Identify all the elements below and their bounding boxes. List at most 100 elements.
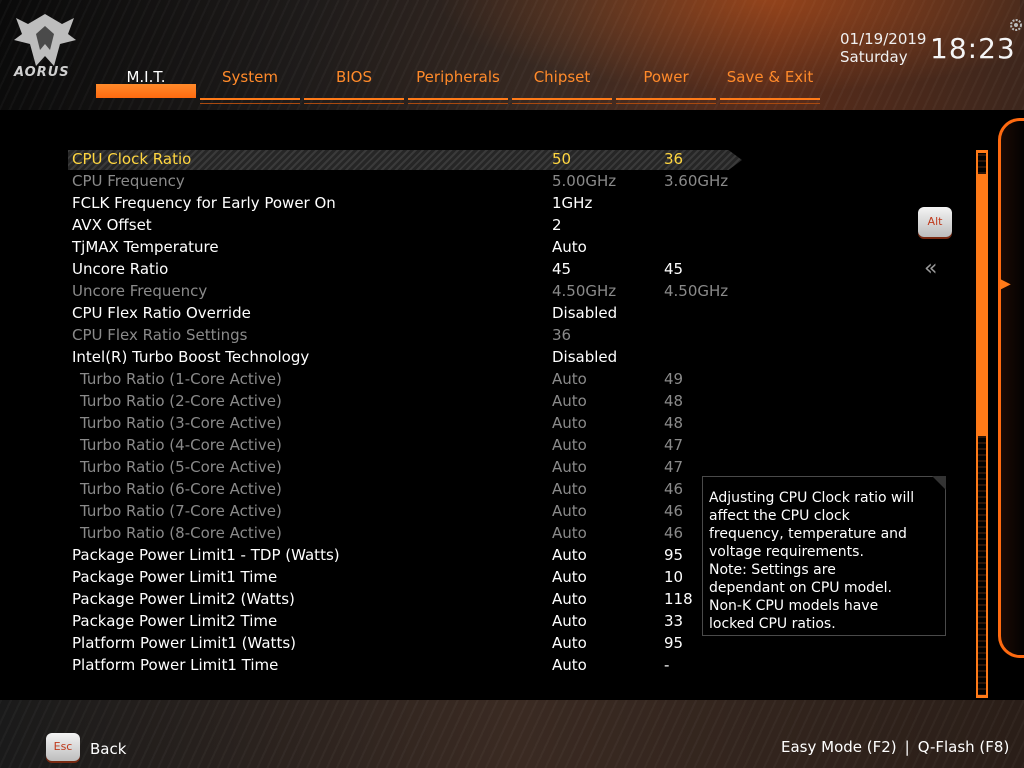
setting-value: Auto [552,634,587,652]
scrollbar-cap-top [976,150,988,153]
setting-value: 1GHz [552,194,593,212]
help-line: affect the CPU clock [709,508,850,524]
setting-current-value: 47 [664,436,684,454]
setting-value: Auto [552,370,587,388]
setting-row[interactable]: Package Power Limit1 - TDP (Watts) Auto 95 [72,544,752,566]
setting-row: Turbo Ratio (6-Core Active) Auto 46 [72,478,752,500]
setting-current-value: 118 [664,590,693,608]
setting-current-value: 49 [664,370,684,388]
help-line: Non-K CPU models have [709,598,879,614]
setting-value: Disabled [552,304,618,322]
setting-row: Turbo Ratio (5-Core Active) Auto 47 [72,456,752,478]
brand-logo-text: AORUS [14,65,70,80]
setting-row[interactable]: Package Power Limit1 Time Auto 10 [72,566,752,588]
qflash-button[interactable]: Q-Flash (F8) [918,738,1010,756]
setting-row[interactable]: Uncore Ratio 45 45 [72,258,752,280]
setting-value: Disabled [552,348,618,366]
setting-row: Turbo Ratio (4-Core Active) Auto 47 [72,434,752,456]
setting-current-value: 46 [664,524,684,542]
esc-key-button[interactable]: Esc [46,733,80,761]
clock-time: 18:23 [930,32,1016,65]
setting-value: Auto [552,502,587,520]
setting-value: Auto [552,656,587,674]
setting-value: Auto [552,458,587,476]
setting-row[interactable]: Platform Power Limit1 (Watts) Auto 95 [72,632,752,654]
footer-bar [0,700,1024,768]
setting-value: 5.00GHz [552,172,617,190]
tab-power[interactable]: Power [616,66,716,104]
scrollbar-cap-bottom [976,695,988,698]
double-chevron-left-icon[interactable]: « [924,256,938,281]
help-line: Adjusting CPU Clock ratio will [709,490,915,506]
setting-row[interactable]: CPU Flex Ratio Override Disabled [72,302,752,324]
setting-row: Uncore Frequency 4.50GHz 4.50GHz [72,280,752,302]
setting-row: CPU Flex Ratio Settings 36 [72,324,752,346]
setting-row: CPU Frequency 5.00GHz 3.60GHz [72,170,752,192]
help-line: Note: Settings are [709,562,836,578]
setting-value: Auto [552,568,587,586]
setting-row[interactable]: FCLK Frequency for Early Power On 1GHz [72,192,752,214]
gear-icon[interactable] [1009,18,1023,32]
help-line: dependant on CPU model. [709,580,892,596]
setting-name: Turbo Ratio (5-Core Active) [80,458,282,476]
weekday-text: Saturday [840,48,908,66]
alt-key-button[interactable]: Alt [918,207,952,237]
setting-name: Turbo Ratio (2-Core Active) [80,392,282,410]
tab-bios[interactable]: BIOS [304,66,404,104]
setting-name: AVX Offset [72,216,152,234]
tab-mit[interactable]: M.I.T. [96,66,196,98]
setting-current-value: 46 [664,480,684,498]
setting-value: 4.50GHz [552,282,617,300]
side-panel-tab[interactable] [998,118,1024,658]
setting-current-value: 4.50GHz [664,282,729,300]
setting-value: 36 [552,326,572,344]
setting-name: Turbo Ratio (1-Core Active) [80,370,282,388]
scrollbar-thumb[interactable] [978,174,986,436]
setting-row[interactable]: Platform Power Limit1 Time Auto - [72,654,752,676]
setting-current-value: 36 [664,150,684,168]
setting-row[interactable]: Intel(R) Turbo Boost Technology Disabled [72,346,752,368]
setting-value: Auto [552,524,587,542]
setting-name: Turbo Ratio (3-Core Active) [80,414,282,432]
tab-peripherals[interactable]: Peripherals [408,66,508,104]
setting-value: Auto [552,590,587,608]
easy-mode-button[interactable]: Easy Mode (F2) [781,738,897,756]
setting-value: Auto [552,392,587,410]
setting-value: Auto [552,414,587,432]
setting-name: Package Power Limit1 Time [72,568,278,586]
setting-row[interactable]: CPU Clock Ratio 50 36 [72,148,752,170]
setting-current-value: - [664,656,670,674]
setting-current-value: 33 [664,612,684,630]
setting-row[interactable]: Package Power Limit2 (Watts) Auto 118 [72,588,752,610]
setting-name: CPU Frequency [72,172,185,190]
setting-row[interactable]: Package Power Limit2 Time Auto 33 [72,610,752,632]
setting-current-value: 95 [664,634,684,652]
setting-value: Auto [552,436,587,454]
help-line: frequency, temperature and [709,526,907,542]
tab-chipset[interactable]: Chipset [512,66,612,104]
setting-name: Package Power Limit2 (Watts) [72,590,295,608]
setting-name: Uncore Frequency [72,282,208,300]
setting-row: Turbo Ratio (2-Core Active) Auto 48 [72,390,752,412]
setting-name: Intel(R) Turbo Boost Technology [72,348,310,366]
footer-separator: | [904,738,910,756]
setting-name: CPU Clock Ratio [72,150,192,168]
setting-row: Turbo Ratio (8-Core Active) Auto 46 [72,522,752,544]
tab-system[interactable]: System [200,66,300,104]
setting-current-value: 3.60GHz [664,172,729,190]
setting-current-value: 46 [664,502,684,520]
chevron-right-icon[interactable]: ▶ [1000,276,1011,292]
tab-save-exit[interactable]: Save & Exit [720,66,820,104]
setting-name: Package Power Limit1 - TDP (Watts) [72,546,340,564]
setting-name: CPU Flex Ratio Settings [72,326,248,344]
settings-list: CPU Clock Ratio 50 36 CPU Frequency 5.00GHz 3… [72,148,752,676]
back-button[interactable]: Back [90,740,126,758]
date-text: 01/19/2019 [840,30,927,48]
setting-value: 45 [552,260,572,278]
setting-value: Auto [552,612,587,630]
setting-row[interactable]: TjMAX Temperature Auto [72,236,752,258]
setting-row[interactable]: AVX Offset 2 [72,214,752,236]
setting-value: Auto [552,546,587,564]
help-box: Adjusting CPU Clock ratio will affect th… [702,476,946,636]
setting-row: Turbo Ratio (1-Core Active) Auto 49 [72,368,752,390]
